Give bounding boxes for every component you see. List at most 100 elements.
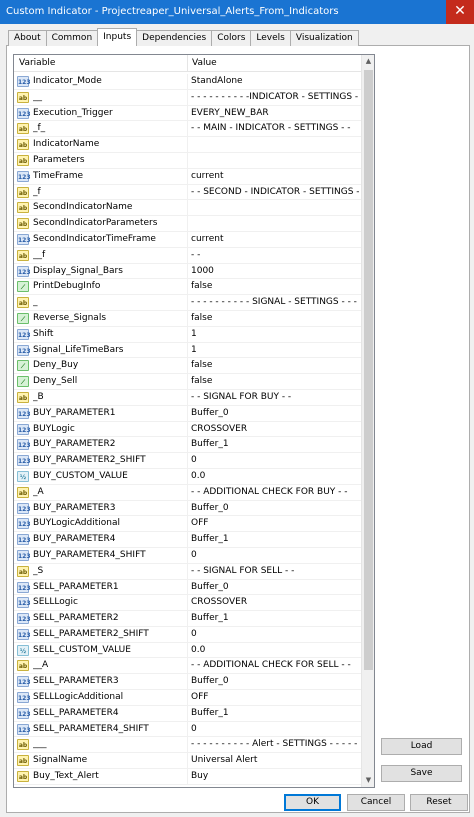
input-row[interactable]: 123 BUY_PARAMETER3 Buffer_0 [14, 500, 361, 517]
variable-value[interactable]: current [191, 234, 359, 244]
input-row[interactable]: 123 SELLLogicAdditional OFF [14, 690, 361, 706]
input-row[interactable]: ⟋ Deny_Sell false [14, 374, 361, 390]
input-row[interactable]: ab _f_ - - MAIN - INDICATOR - SETTINGS - - [14, 121, 361, 138]
input-row[interactable]: 123 SecondIndicatorTimeFrame current [14, 231, 361, 248]
input-row[interactable]: ⟋ Reverse_Signals false [14, 310, 361, 327]
tab-colors[interactable]: Colors [211, 30, 252, 46]
variable-value[interactable]: CROSSOVER [191, 597, 359, 607]
input-row[interactable]: ab SecondIndicatorParameters [14, 216, 361, 232]
input-row[interactable]: 123 SELL_PARAMETER4_SHIFT 0 [14, 721, 361, 738]
variable-value[interactable]: CROSSOVER [191, 424, 359, 434]
input-row[interactable]: ⟋ Deny_Buy false [14, 358, 361, 375]
input-row[interactable]: ab Parameters [14, 152, 361, 169]
cancel-button[interactable]: Cancel [347, 794, 405, 811]
variable-value[interactable]: - - MAIN - INDICATOR - SETTINGS - - [191, 123, 359, 133]
variable-value[interactable]: 0 [191, 629, 359, 639]
input-row[interactable]: ab _ - - - - - - - - - - SIGNAL - SETTINGS… [14, 295, 361, 311]
variable-value[interactable]: Buy [191, 771, 359, 781]
column-header-variable[interactable]: Variable [19, 58, 55, 68]
variable-value[interactable]: 0.0 [191, 471, 359, 481]
input-row[interactable]: 123 Indicator_Mode StandAlone [14, 74, 361, 90]
variable-value[interactable]: - - - - - - - - - - Alert - SETTINGS - -… [191, 739, 359, 749]
variable-value[interactable]: current [191, 171, 359, 181]
input-row[interactable]: ⟋ PrintDebugInfo false [14, 279, 361, 296]
input-row[interactable]: 123 Shift 1 [14, 326, 361, 343]
variable-value[interactable]: Buffer_0 [191, 503, 359, 513]
input-row[interactable]: 123 BUY_PARAMETER1 Buffer_0 [14, 405, 361, 422]
input-row[interactable]: 123 SELL_PARAMETER1 Buffer_0 [14, 579, 361, 596]
tab-levels[interactable]: Levels [250, 30, 291, 46]
input-row[interactable]: ab Buy_Text_Alert Buy [14, 769, 361, 785]
variable-value[interactable]: EVERY_NEW_BAR [191, 108, 359, 118]
variable-value[interactable]: Universal Alert [191, 755, 359, 765]
input-row[interactable]: 123 SELL_PARAMETER3 Buffer_0 [14, 674, 361, 691]
variable-value[interactable]: OFF [191, 518, 359, 528]
ok-button[interactable]: OK [284, 794, 341, 811]
variable-value[interactable]: false [191, 313, 359, 323]
variable-value[interactable]: - - [191, 250, 359, 260]
input-row[interactable]: 123 BUY_PARAMETER2_SHIFT 0 [14, 453, 361, 469]
load-button[interactable]: Load [381, 738, 462, 755]
input-row[interactable]: 123 BUYLogic CROSSOVER [14, 421, 361, 438]
input-row[interactable]: ab IndicatorName [14, 137, 361, 153]
variable-value[interactable]: OFF [191, 692, 359, 702]
tab-visualization[interactable]: Visualization [289, 30, 359, 46]
input-row[interactable]: 123 BUY_PARAMETER2 Buffer_1 [14, 437, 361, 454]
variable-value[interactable]: - - ADDITIONAL CHECK FOR SELL - - [191, 660, 359, 670]
variable-value[interactable]: 0 [191, 455, 359, 465]
input-row[interactable]: 123 Execution_Trigger EVERY_NEW_BAR [14, 105, 361, 122]
column-header-value[interactable]: Value [192, 58, 217, 68]
reset-button[interactable]: Reset [410, 794, 468, 811]
variable-value[interactable]: Buffer_0 [191, 582, 359, 592]
input-row[interactable]: 123 SELL_PARAMETER2 Buffer_1 [14, 611, 361, 627]
input-row[interactable]: ab __ - - - - - - - - - -INDICATOR - SETTI… [14, 89, 361, 106]
variable-value[interactable]: 0 [191, 724, 359, 734]
variable-value[interactable]: - - ADDITIONAL CHECK FOR BUY - - [191, 487, 359, 497]
input-row[interactable]: ab _S - - SIGNAL FOR SELL - - [14, 563, 361, 580]
input-row[interactable]: 123 BUY_PARAMETER4_SHIFT 0 [14, 547, 361, 564]
scrollbar-thumb[interactable] [364, 70, 373, 670]
input-row[interactable]: 123 Display_Signal_Bars 1000 [14, 263, 361, 280]
close-icon[interactable]: ✕ [446, 0, 474, 24]
input-row[interactable]: 123 SELL_PARAMETER2_SHIFT 0 [14, 626, 361, 643]
variable-value[interactable]: 0.0 [191, 645, 359, 655]
tab-inputs[interactable]: Inputs [97, 28, 138, 46]
tab-dependencies[interactable]: Dependencies [136, 30, 213, 46]
variable-value[interactable]: 0 [191, 550, 359, 560]
input-row[interactable]: 123 BUYLogicAdditional OFF [14, 516, 361, 533]
tab-common[interactable]: Common [45, 30, 99, 46]
input-row[interactable]: 123 BUY_PARAMETER4 Buffer_1 [14, 532, 361, 548]
input-row[interactable]: ½ BUY_CUSTOM_VALUE 0.0 [14, 468, 361, 485]
input-row[interactable]: ab ___ - - - - - - - - - - Alert - SETTING… [14, 737, 361, 754]
variable-value[interactable]: - - SIGNAL FOR BUY - - [191, 392, 359, 402]
input-row[interactable]: 123 SELL_PARAMETER4 Buffer_1 [14, 705, 361, 722]
variable-value[interactable]: false [191, 360, 359, 370]
variable-value[interactable]: - - - - - - - - - -INDICATOR - SETTINGS … [191, 92, 359, 102]
scroll-down-icon[interactable]: ▼ [362, 774, 374, 787]
input-row[interactable]: ab _f - - SECOND - INDICATOR - SETTINGS - … [14, 184, 361, 201]
input-row[interactable]: ab __f - - [14, 247, 361, 264]
scroll-up-icon[interactable]: ▲ [362, 55, 374, 68]
variable-value[interactable]: - - - - - - - - - - SIGNAL - SETTINGS - … [191, 297, 359, 307]
input-row[interactable]: ab SecondIndicatorName [14, 200, 361, 217]
variable-value[interactable]: false [191, 281, 359, 291]
input-row[interactable]: 123 Signal_LifeTimeBars 1 [14, 342, 361, 359]
tab-about[interactable]: About [8, 30, 47, 46]
variable-value[interactable]: false [191, 376, 359, 386]
variable-value[interactable]: - - SIGNAL FOR SELL - - [191, 566, 359, 576]
variable-value[interactable]: Buffer_1 [191, 534, 359, 544]
input-row[interactable]: 123 SELLLogic CROSSOVER [14, 595, 361, 612]
variable-value[interactable]: StandAlone [191, 76, 359, 86]
variable-value[interactable]: Buffer_0 [191, 408, 359, 418]
column-divider[interactable] [187, 55, 188, 72]
input-row[interactable]: ab SignalName Universal Alert [14, 753, 361, 770]
input-row[interactable]: ab __A - - ADDITIONAL CHECK FOR SELL - - [14, 658, 361, 675]
variable-value[interactable]: 1 [191, 329, 359, 339]
vertical-scrollbar[interactable]: ▲ ▼ [361, 55, 374, 787]
input-row[interactable]: 123 TimeFrame current [14, 168, 361, 185]
variable-value[interactable]: Buffer_1 [191, 439, 359, 449]
input-row[interactable]: ab _B - - SIGNAL FOR BUY - - [14, 389, 361, 406]
variable-value[interactable]: 1000 [191, 266, 359, 276]
variable-value[interactable]: Buffer_0 [191, 676, 359, 686]
variable-value[interactable]: Buffer_1 [191, 708, 359, 718]
